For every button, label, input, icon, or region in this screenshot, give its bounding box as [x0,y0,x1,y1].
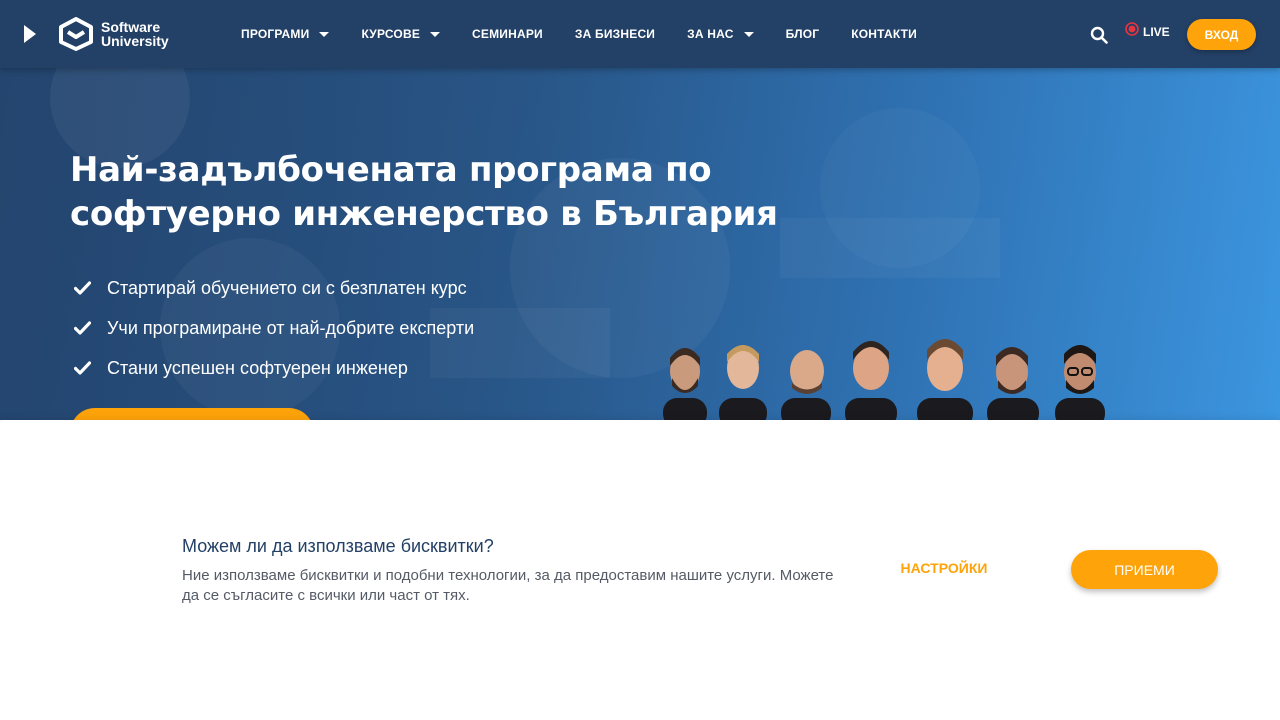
chevron-down-icon [319,32,330,37]
logo-line-2: University [101,33,169,49]
menu-item-programs[interactable]: ПРОГРАМИ [241,27,330,41]
list-item: Стани успешен софтуерен инженер [74,348,474,388]
logo[interactable]: Software University [58,16,169,52]
cookie-description: Ние използваме бисквитки и подобни техно… [182,567,834,604]
menu-item-label: ЗА НАС [687,27,734,41]
cookie-settings-button[interactable]: НАСТРОЙКИ [892,560,996,582]
live-link[interactable]: LIVE [1125,22,1170,39]
team-member-avatar [663,348,707,420]
menu-item-label: СЕМИНАРИ [472,27,543,41]
login-button[interactable]: ВХОД [1187,19,1256,50]
check-icon [74,321,91,335]
team-member-avatar [987,347,1039,420]
logo-text: Software University [101,20,169,48]
menu-item-label: КУРСОВЕ [361,27,421,41]
check-icon [74,361,91,375]
check-icon [74,281,91,295]
team-member-avatar [845,341,897,420]
hero-section: Най-задълбочената програма по софтуерно … [0,68,1280,420]
team-photo [663,339,1105,420]
menu-item-label: ЗА БИЗНЕСИ [574,27,656,41]
main-menu: ПРОГРАМИ КУРСОВЕ СЕМИНАРИ ЗА БИЗНЕСИ ЗА … [241,0,949,68]
cookie-title: Можем ли да използваме бисквитки? [182,536,494,556]
logo-cube-icon [59,17,93,51]
hero-benefits-list: Стартирай обучението си с безплатен курс… [74,268,474,388]
menu-item-about[interactable]: ЗА НАС [687,27,754,41]
top-navigation: Software University ПРОГРАМИ КУРСОВЕ СЕМ… [0,0,1280,68]
benefit-text: Стани успешен софтуерен инженер [107,357,408,378]
search-icon[interactable] [1090,26,1108,44]
menu-item-label: КОНТАКТИ [851,27,917,41]
menu-item-courses[interactable]: КУРСОВЕ [361,27,441,41]
menu-item-label: ПРОГРАМИ [241,27,310,41]
cta-button[interactable] [70,408,314,420]
hero-title: Най-задълбочената програма по софтуерно … [70,150,778,234]
team-member-avatar [917,339,973,420]
chevron-down-icon [430,32,441,37]
logo-line-1: Software [101,19,161,35]
benefit-text: Учи програмиране от най-добрите експерти [107,317,475,338]
menu-item-business[interactable]: ЗА БИЗНЕСИ [575,27,655,41]
chevron-down-icon [743,32,754,37]
team-member-avatar [1055,345,1105,420]
live-dot-icon [1125,22,1139,36]
team-member-avatar [719,345,767,420]
team-member-avatar [781,350,831,420]
menu-item-label: БЛОГ [785,27,820,41]
menu-item-blog[interactable]: БЛОГ [786,27,820,41]
live-label: LIVE [1143,25,1170,39]
play-icon[interactable] [24,25,36,43]
list-item: Учи програмиране от най-добрите експерти [74,308,474,348]
cookie-accept-button[interactable]: ПРИЕМИ [1071,550,1218,589]
cookie-consent-banner: Можем ли да използваме бисквитки? Ние из… [0,420,1280,720]
menu-item-seminars[interactable]: СЕМИНАРИ [472,27,543,41]
benefit-text: Стартирай обучението си с безплатен курс [107,277,467,298]
menu-item-contacts[interactable]: КОНТАКТИ [851,27,917,41]
list-item: Стартирай обучението си с безплатен курс [74,268,474,308]
